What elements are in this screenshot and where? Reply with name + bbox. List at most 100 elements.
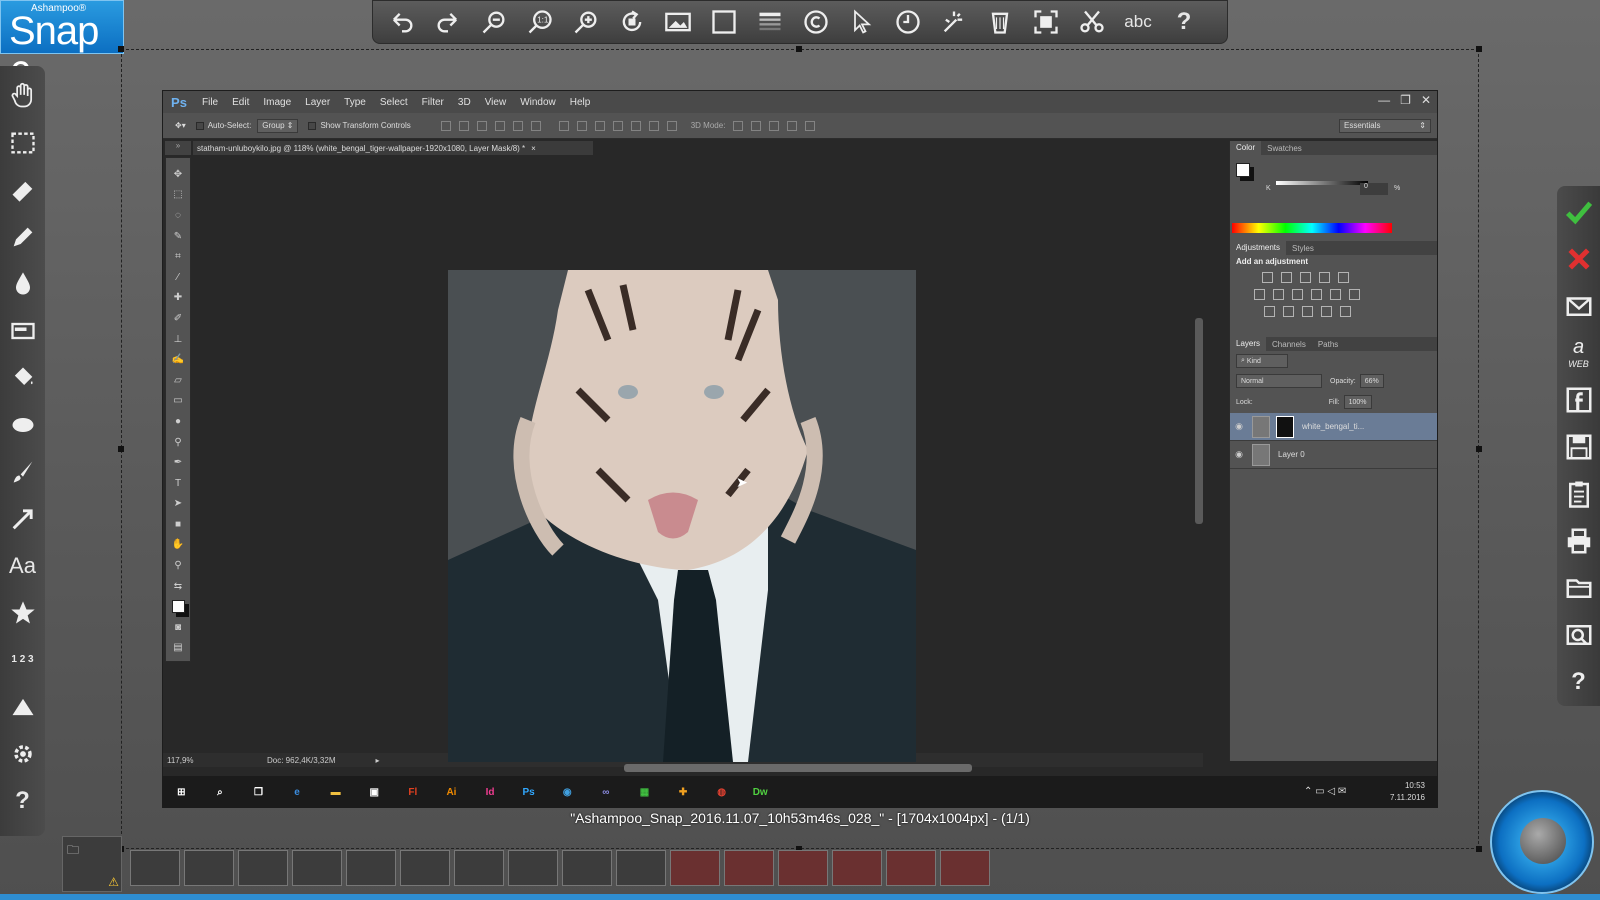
quick-mask-icon[interactable]: ◙ [169, 617, 187, 638]
threshold-icon[interactable] [1302, 306, 1313, 317]
path-select-icon[interactable]: ➤ [169, 494, 187, 515]
hand-tool-icon[interactable]: ✋ [169, 535, 187, 556]
distribute-icon[interactable] [630, 120, 641, 131]
thumbnail-folder[interactable]: 🗀 ⚠ [62, 836, 122, 892]
menu-type[interactable]: Type [337, 97, 373, 108]
document-close-icon[interactable]: × [531, 144, 536, 153]
clipboard-icon[interactable] [1559, 470, 1599, 517]
distribute-icon[interactable] [558, 120, 569, 131]
gradient-icon[interactable]: ▭ [169, 391, 187, 412]
type-icon[interactable]: T [169, 473, 187, 494]
eyedropper-icon[interactable]: ⁄ [169, 267, 187, 288]
dodge-icon[interactable]: ⚲ [169, 432, 187, 453]
history-brush-icon[interactable]: ✍ [169, 349, 187, 370]
capture-thumbnail[interactable] [238, 850, 288, 886]
capture-thumbnail[interactable] [346, 850, 396, 886]
taskbar-camera-icon[interactable]: ◉ [548, 776, 587, 808]
tab-layers[interactable]: Layers [1230, 337, 1267, 351]
capture-thumbnail[interactable] [940, 850, 990, 886]
selection-handle[interactable] [118, 446, 124, 452]
selection-handle[interactable] [118, 46, 124, 52]
align-icon[interactable] [458, 120, 469, 131]
taskbar-explorer-icon[interactable]: ▬ [316, 776, 355, 808]
tab-swatches[interactable]: Swatches [1261, 144, 1308, 153]
workspace-select[interactable]: Essentials ⇕ [1339, 118, 1431, 133]
tray-clock[interactable]: 10:53 7.11.2016 [1390, 780, 1425, 804]
taskbar-indesign-icon[interactable]: Id [471, 776, 510, 808]
swap-colors-icon[interactable]: ⇆ [169, 576, 187, 597]
capture-thumbnail[interactable] [400, 850, 450, 886]
capture-thumbnail[interactable] [184, 850, 234, 886]
help-icon[interactable]: ? [1161, 2, 1207, 42]
show-transform-checkbox[interactable] [308, 121, 317, 130]
align-icon[interactable] [530, 120, 541, 131]
lookup-icon[interactable] [1349, 289, 1360, 300]
3d-scale-icon[interactable] [805, 120, 816, 131]
pointer-icon[interactable] [839, 2, 885, 42]
right-help-icon[interactable]: ? [1559, 658, 1599, 705]
hand-icon[interactable] [3, 72, 43, 119]
taskbar-edge-icon[interactable]: e [278, 776, 317, 808]
selective-color-icon[interactable] [1321, 306, 1332, 317]
zoom-tool-icon[interactable]: ⚲ [169, 555, 187, 576]
tab-styles[interactable]: Styles [1286, 244, 1320, 253]
healing-icon[interactable]: ✚ [169, 288, 187, 309]
menu-edit[interactable]: Edit [225, 97, 256, 108]
taskbar-flash-icon[interactable]: Fl [394, 776, 433, 808]
levels-icon[interactable] [1281, 272, 1292, 283]
blur-icon[interactable]: ● [169, 411, 187, 432]
taskbar-sheet-icon[interactable]: ▦ [625, 776, 664, 808]
crop-icon[interactable]: ⌗ [169, 246, 187, 267]
taskbar-chrome-icon[interactable]: ◍ [702, 776, 741, 808]
clock-icon[interactable] [885, 2, 931, 42]
text-recognition-icon[interactable]: abc [1115, 2, 1161, 42]
color-spectrum[interactable] [1232, 223, 1392, 233]
scissors-icon[interactable] [1069, 2, 1115, 42]
cancel-icon[interactable] [1559, 235, 1599, 282]
align-icon[interactable] [494, 120, 505, 131]
number-icon[interactable]: 1 2 3 [3, 636, 43, 683]
auto-align-icon[interactable] [666, 120, 677, 131]
eraser-icon[interactable] [3, 166, 43, 213]
stripe-icon[interactable] [747, 2, 793, 42]
rotate-icon[interactable] [609, 2, 655, 42]
screen-mode-icon[interactable]: ▤ [169, 638, 187, 659]
color-swatches-icon[interactable] [169, 596, 187, 617]
canvas-icon[interactable] [701, 2, 747, 42]
visibility-eye-icon[interactable]: ◉ [1230, 449, 1248, 460]
check-icon[interactable] [1559, 188, 1599, 235]
text-tool-icon[interactable]: Aa [3, 542, 43, 589]
kind-select[interactable]: ⌕ Kind [1236, 354, 1288, 368]
email-icon[interactable] [1559, 282, 1599, 329]
quick-select-icon[interactable]: ✎ [169, 226, 187, 247]
fill-input[interactable]: 100% [1343, 395, 1372, 409]
taskbar-start-icon[interactable]: ⊞ [162, 776, 201, 808]
capture-thumbnail[interactable] [778, 850, 828, 886]
brightness-icon[interactable] [1262, 272, 1273, 283]
folder-open-icon[interactable]: 🗀 [67, 841, 79, 862]
posterize-icon[interactable] [1283, 306, 1294, 317]
hue-icon[interactable] [1254, 289, 1265, 300]
taskbar-dreamweaver-icon[interactable]: Dw [741, 776, 780, 808]
distribute-icon[interactable] [648, 120, 659, 131]
panel-collapse-icon[interactable]: » [165, 141, 191, 155]
lasso-icon[interactable]: ◌ [169, 205, 187, 226]
align-icon[interactable] [440, 120, 451, 131]
curves-icon[interactable] [1300, 272, 1311, 283]
zoom-actual-icon[interactable]: 1:1 [517, 2, 563, 42]
drop-icon[interactable] [3, 260, 43, 307]
menu-view[interactable]: View [478, 97, 514, 108]
marquee-icon[interactable]: ⬚ [169, 185, 187, 206]
bucket-tool-icon[interactable] [3, 354, 43, 401]
taskbar-search-icon[interactable]: ⌕ [201, 776, 240, 808]
capture-thumbnail[interactable] [886, 850, 936, 886]
tab-adjustments[interactable]: Adjustments [1230, 241, 1287, 255]
eraser-tool-icon[interactable]: ▱ [169, 370, 187, 391]
menu-3d[interactable]: 3D [451, 97, 478, 108]
layer-row[interactable]: ◉ white_bengal_ti... [1230, 413, 1437, 441]
capture-dial-knob[interactable] [1520, 818, 1566, 864]
menu-image[interactable]: Image [256, 97, 298, 108]
tray-icons[interactable]: ⌃ ▭ ◁ ✉ [1304, 786, 1346, 797]
brush-tool-icon[interactable]: ✐ [169, 308, 187, 329]
zoom-out-icon[interactable] [471, 2, 517, 42]
